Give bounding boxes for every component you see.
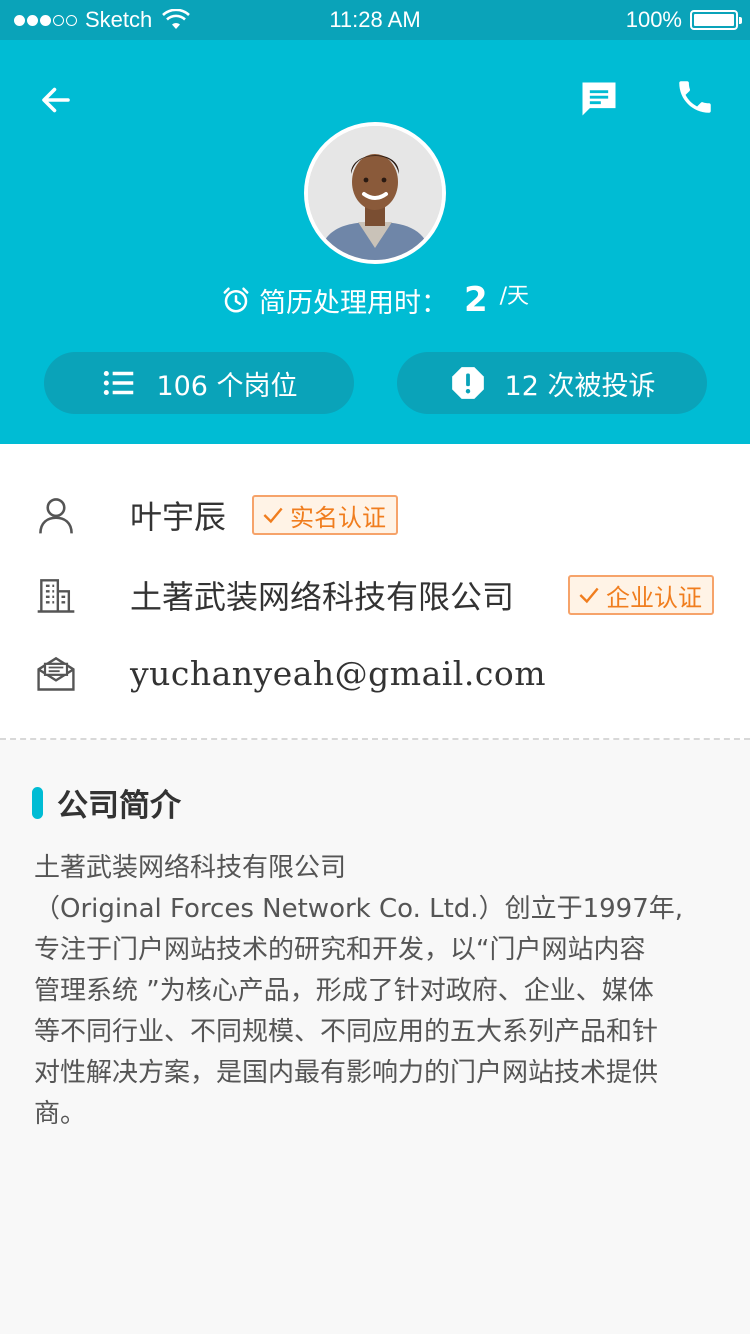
arrow-left-icon	[42, 87, 70, 113]
warning-icon	[451, 367, 484, 399]
contact-info: 叶宇辰 实名认证 土著武装网络科技有限公司 企业认证 yuchanyeah@gm…	[0, 444, 750, 740]
battery-icon	[690, 10, 742, 30]
chat-icon	[582, 82, 616, 116]
complaints-button[interactable]: 12 次被投诉	[397, 352, 707, 414]
battery-percent: 100%	[625, 7, 682, 32]
alarm-clock-icon	[223, 287, 249, 313]
response-time-label: 简历处理用时：	[258, 287, 448, 319]
call-button[interactable]	[670, 72, 720, 122]
complaints-label: 12 次被投诉	[504, 370, 656, 402]
section-marker	[32, 786, 43, 819]
phone-icon	[679, 81, 711, 113]
mail-icon	[37, 656, 75, 691]
verified-name-badge: 实名认证	[252, 495, 398, 535]
jobs-button[interactable]: 106 个岗位	[44, 352, 354, 414]
verified-company-badge: 企业认证	[568, 575, 714, 615]
avatar[interactable]	[304, 122, 446, 264]
building-icon	[37, 579, 75, 613]
list-icon	[104, 370, 134, 396]
message-button[interactable]	[574, 74, 624, 124]
status-bar: Sketch 11:28 AM 100%	[0, 0, 750, 40]
company-description: 土著武装网络科技有限公司 （Original Forces Network Co…	[34, 853, 683, 1129]
jobs-label: 106 个岗位	[156, 370, 298, 402]
email-row: yuchanyeah@gmail.com	[0, 638, 750, 708]
response-time-unit: /天	[499, 284, 530, 309]
check-icon	[579, 587, 599, 604]
person-icon	[39, 498, 73, 534]
profile-header: 简历处理用时： 2 /天 106 个岗位 12 次被投诉	[0, 40, 750, 444]
name-row: 叶宇辰 实名认证	[0, 480, 750, 550]
avatar-photo	[308, 126, 442, 260]
response-time: 简历处理用时： 2 /天	[0, 278, 750, 322]
company-name: 土著武装网络科技有限公司	[130, 578, 515, 616]
contact-name: 叶宇辰	[130, 498, 227, 536]
check-icon	[263, 507, 283, 524]
back-button[interactable]	[30, 74, 82, 126]
company-row: 土著武装网络科技有限公司 企业认证	[0, 560, 750, 630]
email-link[interactable]: yuchanyeah@gmail.com	[130, 654, 546, 693]
response-time-value: 2	[463, 280, 488, 320]
section-title: 公司简介	[32, 780, 181, 825]
company-intro-section: 公司简介 土著武装网络科技有限公司 （Original Forces Netwo…	[0, 742, 750, 1334]
